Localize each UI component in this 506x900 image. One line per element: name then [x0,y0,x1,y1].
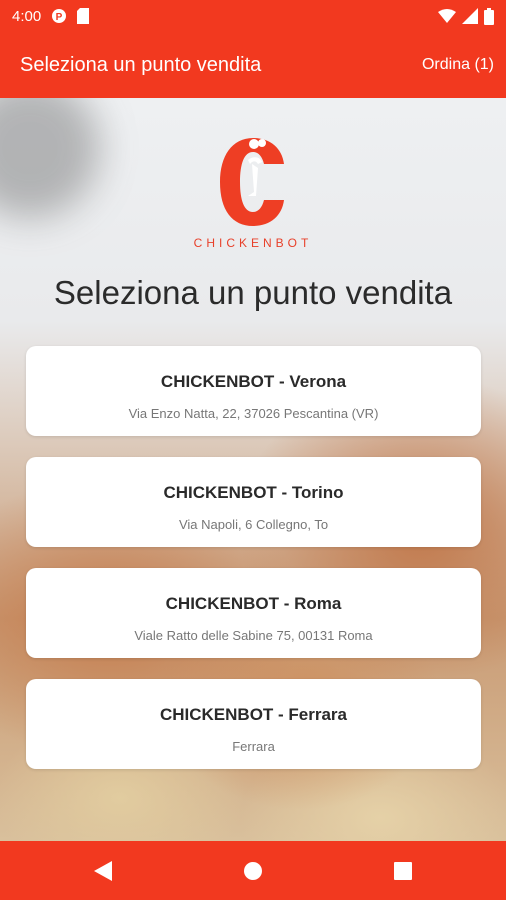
store-card-roma[interactable]: CHICKENBOT - Roma Viale Ratto delle Sabi… [26,568,481,658]
status-bar: 4:00 P [0,0,506,32]
app-notification-icon: P [51,8,67,24]
app-bar: Seleziona un punto vendita Ordina (1) [0,32,506,98]
store-name: CHICKENBOT - Verona [160,372,347,391]
brand-name: CHICKENBOT [193,236,313,250]
store-card-torino[interactable]: CHICKENBOT - Torino Via Napoli, 6 Colleg… [26,457,481,547]
home-icon[interactable] [238,856,268,886]
chicken-logo-icon [220,138,284,226]
svg-text:P: P [56,12,63,23]
store-address: Via Napoli, 6 Collegno, To [178,517,329,532]
store-card-ferrara[interactable]: CHICKENBOT - Ferrara Ferrara [26,679,481,769]
back-icon[interactable] [88,856,118,886]
store-name: CHICKENBOT - Ferrara [159,705,348,724]
order-button[interactable]: Ordina (1) [422,56,494,74]
store-list: CHICKENBOT - Verona Via Enzo Natta, 22, … [26,346,481,790]
app-bar-title: Seleziona un punto vendita [20,53,262,76]
store-card-verona[interactable]: CHICKENBOT - Verona Via Enzo Natta, 22, … [26,346,481,436]
status-time: 4:00 [12,7,42,25]
system-nav-bar [0,841,506,900]
signal-icon [462,8,478,24]
store-address: Ferrara [232,739,275,754]
store-name: CHICKENBOT - Roma [165,594,342,613]
wifi-icon [438,9,456,23]
battery-icon [484,7,494,25]
main-content: CHICKENBOT Seleziona un punto vendita CH… [0,98,506,841]
logo: CHICKENBOT [0,134,506,250]
sim-card-icon [77,8,90,24]
page-heading: Seleziona un punto vendita [53,274,453,311]
store-address: Via Enzo Natta, 22, 37026 Pescantina (VR… [128,406,379,421]
recents-icon[interactable] [388,856,418,886]
store-address: Viale Ratto delle Sabine 75, 00131 Roma [134,628,373,643]
store-name: CHICKENBOT - Torino [163,483,344,502]
